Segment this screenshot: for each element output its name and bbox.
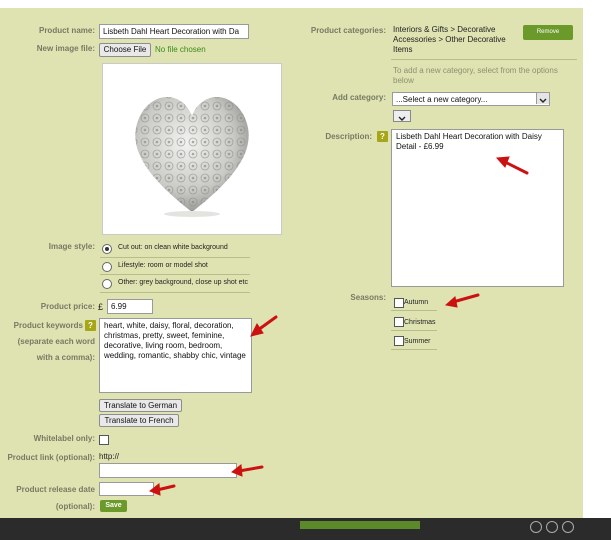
arrowhead [444,296,458,308]
product-edit-page: Product name: Lisbeth Dahl Heart Decorat… [0,0,611,540]
arrow-seasons [451,293,480,304]
arrow-product-link [237,465,264,473]
annotation-arrows [149,156,529,496]
taskbar [0,518,611,540]
taskbar-item[interactable] [300,521,420,529]
taskbar-icon[interactable] [562,521,574,533]
arrowhead [149,483,161,496]
taskbar-icon[interactable] [546,521,558,533]
arrowhead [495,156,510,168]
taskbar-icon[interactable] [530,521,542,533]
arrowhead [250,323,264,337]
arrowhead [231,464,243,477]
arrow-keywords [256,315,278,332]
